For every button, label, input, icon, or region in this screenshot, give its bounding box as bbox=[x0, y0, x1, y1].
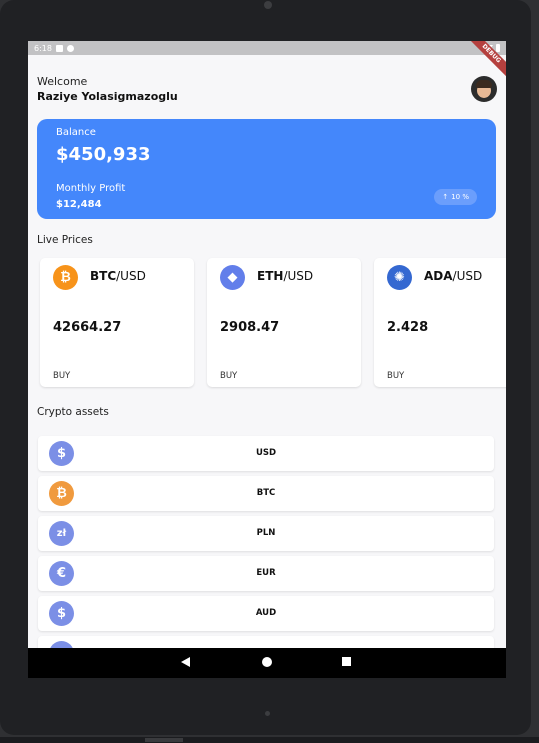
price-card-eth[interactable]: ◆ ETH/USD 2908.47 BUY bbox=[207, 258, 361, 387]
pair-label: BTC/USD bbox=[90, 269, 146, 283]
monthly-profit-label: Monthly Profit bbox=[56, 183, 126, 194]
avatar-hair-icon bbox=[476, 80, 492, 88]
status-time: 6:18 bbox=[34, 43, 52, 53]
price-value: 2.428 bbox=[387, 320, 429, 335]
home-icon[interactable] bbox=[262, 657, 272, 667]
pair-label: ADA/USD bbox=[424, 269, 483, 283]
monthly-profit-value: $12,484 bbox=[56, 199, 102, 210]
asset-label: PLN bbox=[256, 528, 276, 538]
pair-label: ETH/USD bbox=[257, 269, 314, 283]
buy-button[interactable]: BUY bbox=[53, 371, 70, 381]
bitcoin-icon: ₿ bbox=[53, 265, 78, 290]
price-value: 42664.27 bbox=[53, 320, 122, 335]
sd-card-icon bbox=[55, 44, 63, 52]
taskbar-item bbox=[145, 738, 183, 742]
device-sensor-icon bbox=[265, 711, 270, 716]
sync-icon bbox=[66, 44, 74, 52]
asset-label: AUD bbox=[255, 608, 277, 618]
crypto-assets-title: Crypto assets bbox=[37, 406, 109, 418]
balance-card: Balance $450,933 Monthly Profit $12,484 … bbox=[37, 119, 496, 219]
profit-change-value: 10 % bbox=[451, 193, 469, 201]
ethereum-icon: ◆ bbox=[220, 265, 245, 290]
back-icon[interactable] bbox=[181, 657, 190, 667]
asset-row-btc[interactable]: ₿ BTC bbox=[38, 476, 494, 511]
asset-label: EUR bbox=[256, 568, 276, 578]
live-prices-title: Live Prices bbox=[37, 234, 93, 246]
asset-label: BTC bbox=[256, 488, 276, 498]
asset-row-eur[interactable]: € EUR bbox=[38, 556, 494, 591]
price-card-btc[interactable]: ₿ BTC/USD 42664.27 BUY bbox=[40, 258, 194, 387]
welcome-text: Welcome bbox=[37, 75, 88, 88]
camera-icon bbox=[264, 1, 272, 9]
asset-row-usd[interactable]: $ USD bbox=[38, 436, 494, 471]
cardano-icon: ✺ bbox=[387, 265, 412, 290]
asset-row-pln[interactable]: zł PLN bbox=[38, 516, 494, 551]
asset-label: USD bbox=[255, 448, 277, 458]
desktop-taskbar bbox=[0, 737, 539, 743]
profit-change-badge: ↑ 10 % bbox=[434, 189, 477, 205]
arrow-up-icon: ↑ bbox=[442, 193, 449, 201]
balance-label: Balance bbox=[56, 127, 96, 138]
battery-icon bbox=[496, 44, 500, 52]
buy-button[interactable]: BUY bbox=[387, 371, 404, 381]
buy-button[interactable]: BUY bbox=[220, 371, 237, 381]
price-value: 2908.47 bbox=[220, 320, 280, 335]
status-bar: 6:18 bbox=[28, 41, 506, 55]
asset-row-aud[interactable]: $ AUD bbox=[38, 596, 494, 631]
balance-value: $450,933 bbox=[56, 144, 151, 165]
price-card-ada[interactable]: ✺ ADA/USD 2.428 BUY bbox=[374, 258, 506, 387]
recent-apps-icon[interactable] bbox=[342, 657, 351, 666]
welcome-header: Welcome Raziye Yolasigmazoglu bbox=[37, 75, 178, 103]
avatar[interactable] bbox=[471, 76, 497, 102]
app-screen: 6:18 DEBUG Welcome Raziye Yolasigmazoglu… bbox=[28, 41, 506, 678]
user-name: Raziye Yolasigmazoglu bbox=[37, 90, 178, 103]
android-nav-bar bbox=[28, 648, 506, 678]
